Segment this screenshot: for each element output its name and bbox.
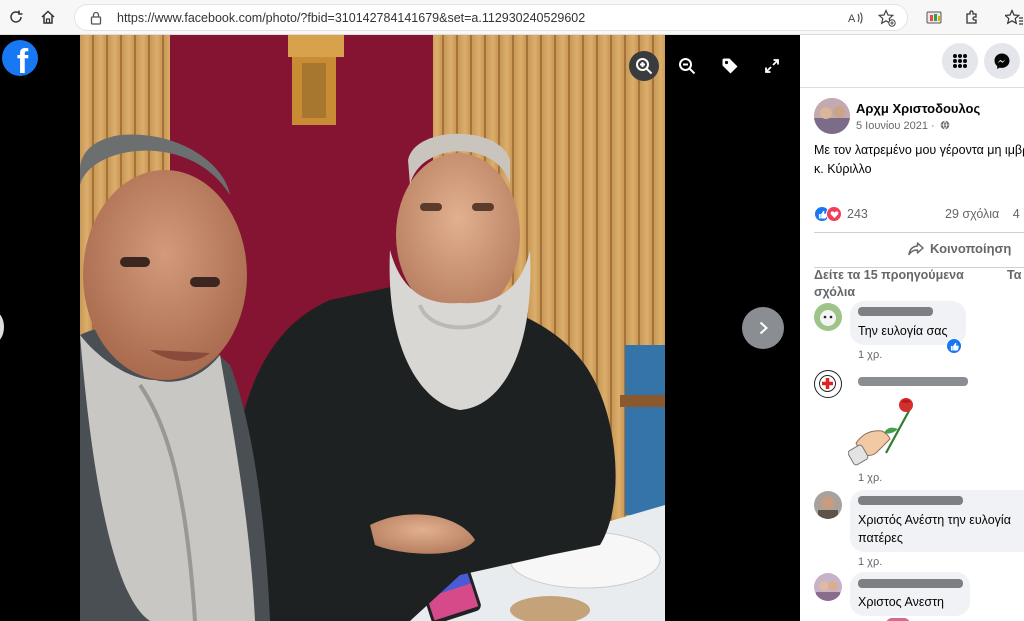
messenger-button[interactable] (984, 43, 1020, 79)
zoom-out-icon[interactable] (672, 51, 702, 81)
photo[interactable] (80, 35, 665, 621)
comment-text: Την ευλογία σας (858, 324, 948, 338)
redacted-name (858, 496, 963, 505)
comment-time[interactable]: 1 χρ. (858, 472, 882, 484)
post-panel: Αρχμ Χριστοδουλος 5 Ιουνίου 2021 · Με το… (800, 35, 1024, 621)
reactions[interactable]: 243 (814, 205, 868, 223)
comment-avatar[interactable] (814, 573, 842, 601)
comments-count-text: 29 σχόλια (945, 207, 1000, 221)
reaction-count: 243 (847, 207, 868, 221)
comment-avatar[interactable] (814, 303, 842, 331)
comment-sort-link[interactable]: Τα σχ (1007, 267, 1024, 284)
comment-avatar[interactable] (814, 491, 842, 519)
extensions-icon[interactable] (962, 7, 982, 27)
comment-bubble: Χριστός Ανέστη την ευλογία πατέρες (850, 490, 1024, 552)
reactions-divider (814, 232, 1024, 233)
refresh-icon[interactable] (6, 7, 26, 27)
tag-icon[interactable] (715, 51, 745, 81)
favorite-add-icon[interactable] (878, 9, 896, 27)
comment-bubble: Χριστος Ανεστη (850, 572, 970, 616)
comment-time[interactable]: 1 χρ. (858, 349, 882, 361)
address-bar[interactable]: https://www.facebook.com/photo/?fbid=310… (74, 4, 908, 31)
globe-icon (940, 120, 950, 130)
chevron-right-icon (759, 321, 768, 335)
post-date-text: 5 Ιουνίου 2021 · (856, 120, 935, 132)
next-photo-button[interactable] (742, 307, 784, 349)
collections-icon[interactable] (924, 7, 944, 27)
browser-toolbar: https://www.facebook.com/photo/?fbid=310… (0, 0, 1024, 35)
post-text: Με τον λατρεμένο μου γέροντα μη ιμβρου κ… (814, 143, 1024, 176)
comment-like-icon (946, 338, 962, 354)
home-icon[interactable] (38, 7, 58, 27)
redacted-name (858, 307, 933, 316)
comment-time[interactable]: 1 χρ. (858, 556, 882, 568)
redacted-name (858, 579, 963, 588)
facebook-logo[interactable]: f (2, 40, 38, 76)
photo-viewer: f (0, 35, 800, 621)
fullscreen-icon[interactable] (757, 51, 787, 81)
lock-icon[interactable] (87, 9, 105, 27)
comment-text-line2: πατέρες (858, 531, 903, 545)
post-date[interactable]: 5 Ιουνίου 2021 · (856, 120, 950, 132)
comment-avatar[interactable] (814, 370, 842, 398)
panel-divider (800, 87, 1024, 88)
rose-sticker (847, 395, 918, 467)
favorites-icon[interactable] (1004, 7, 1024, 27)
comment-text-line1: Χριστός Ανέστη την ευλογία (858, 513, 1011, 527)
view-previous-comments[interactable]: Δείτε τα 15 προηγούμενα σχόλια (814, 267, 979, 301)
menu-button[interactable] (942, 43, 978, 79)
comment-text: Χριστος Ανεστη (858, 595, 944, 609)
comments-extra-text: 4 κ (1012, 207, 1024, 221)
messenger-icon (994, 53, 1010, 69)
photo-image (80, 35, 665, 621)
zoom-in-icon[interactable] (629, 51, 659, 81)
read-aloud-icon[interactable]: A (847, 9, 865, 27)
author-avatar[interactable] (814, 98, 850, 134)
author-name[interactable]: Αρχμ Χριστοδουλος (856, 101, 980, 116)
redacted-name (858, 377, 968, 386)
grid-menu-icon (953, 54, 967, 68)
share-icon (908, 241, 924, 255)
share-button[interactable]: Κοινοποίηση (908, 241, 1011, 256)
url-text: https://www.facebook.com/photo/?fbid=310… (117, 11, 586, 25)
comments-count[interactable]: 29 σχόλια 4 κ (945, 207, 1024, 221)
svg-text:A: A (848, 13, 856, 25)
share-label: Κοινοποίηση (930, 241, 1012, 256)
facebook-logo-letter: f (16, 43, 29, 76)
love-reaction-icon (826, 206, 842, 222)
previous-photo-button[interactable] (0, 312, 4, 342)
